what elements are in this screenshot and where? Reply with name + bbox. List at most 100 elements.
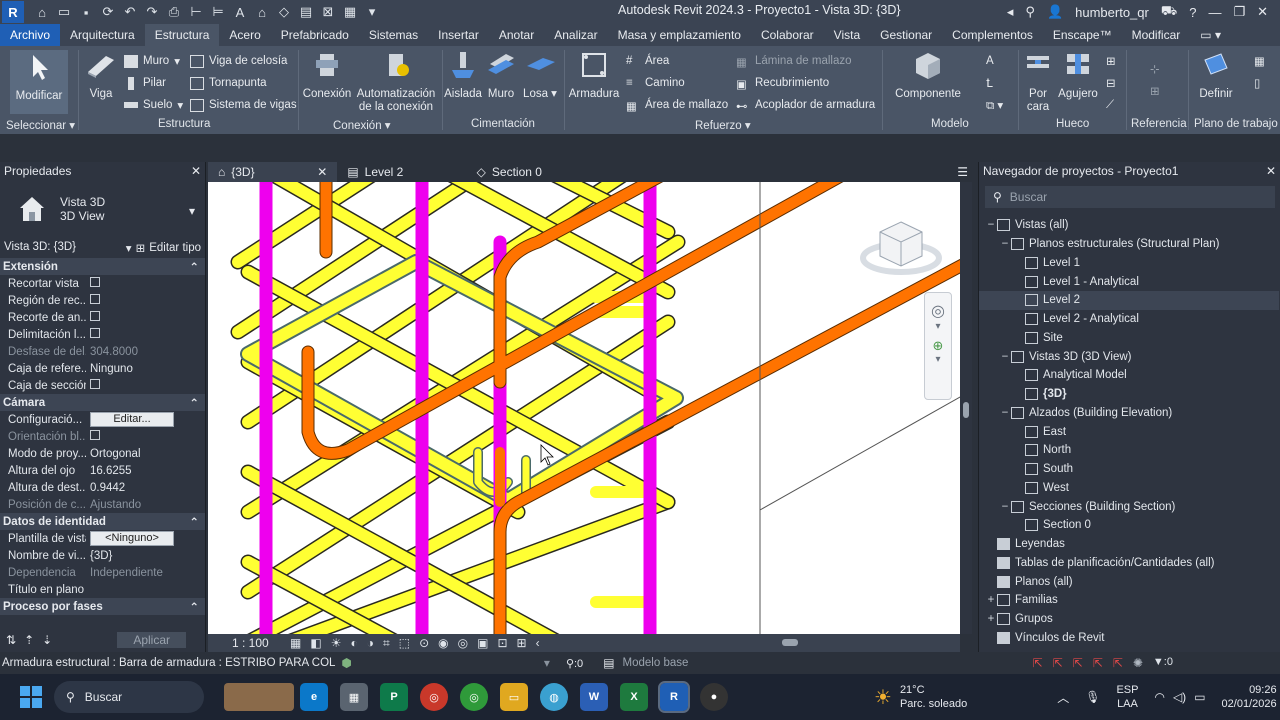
clock[interactable]: 09:26 02/01/2026 <box>1222 683 1277 711</box>
slab-foundation-button[interactable]: Losa ▾ <box>522 50 558 101</box>
browser-item[interactable]: Analytical Model <box>979 366 1279 385</box>
browser-item[interactable]: − Secciones (Building Section) <box>979 497 1279 516</box>
edit-type-button[interactable]: ⊞ Editar tipo <box>136 241 201 255</box>
worksharing-icon[interactable]: ▣ <box>477 636 488 651</box>
word-icon[interactable]: W <box>580 683 608 711</box>
highlight-icon[interactable]: ⊞ <box>517 636 527 651</box>
browser-item[interactable]: Site <box>979 329 1279 348</box>
steering-wheel-icon[interactable]: ◎ <box>925 301 951 321</box>
browser-item[interactable]: East <box>979 422 1279 441</box>
close-hidden-icon[interactable]: ⊠ <box>320 4 336 19</box>
wifi-icon[interactable]: ◠ <box>1154 690 1164 704</box>
render-icon[interactable]: ◑ <box>367 636 374 651</box>
revit-logo[interactable]: R <box>2 1 24 23</box>
apply-button[interactable]: Aplicar <box>117 632 186 648</box>
wall-foundation-button[interactable]: Muro <box>484 50 518 101</box>
fabric-area-button[interactable]: ▦ Área de mallazo <box>626 96 728 114</box>
restore-icon[interactable]: ❐ <box>1233 4 1245 20</box>
grid-button[interactable]: ⊞ <box>1150 82 1160 100</box>
connection-automation-button[interactable]: Automatización de la conexión <box>354 50 438 114</box>
type-selector[interactable]: Vista 3D 3D View ▾ <box>0 180 205 238</box>
cover-button[interactable]: ▣ Recubrimiento <box>736 74 829 92</box>
align-icon[interactable]: ⊨ <box>210 4 226 19</box>
analytical-icon[interactable]: ⊡ <box>497 636 507 651</box>
cart-icon[interactable]: ⛟ <box>1161 3 1177 21</box>
collapse-icon[interactable]: − <box>999 501 1011 513</box>
expand-icon[interactable]: + <box>985 594 997 606</box>
lock-view-icon[interactable]: ⊙ <box>419 636 429 651</box>
chrome-2-icon[interactable]: ◎ <box>460 683 488 711</box>
browser-item[interactable]: Level 1 - Analytical <box>979 272 1279 291</box>
obs-icon[interactable]: ● <box>700 683 728 711</box>
calculator-icon[interactable]: ▦ <box>340 683 368 711</box>
tab-3d[interactable]: ⌂ {3D} ✕ <box>208 162 338 182</box>
browser-search[interactable]: ⚲ Buscar <box>985 186 1275 208</box>
undo-icon[interactable]: ↶ <box>122 4 138 19</box>
collapse-icon[interactable]: − <box>985 219 997 231</box>
property-section[interactable]: Cámara ⌃ <box>0 394 205 411</box>
property-value[interactable] <box>86 277 205 290</box>
visual-style-icon[interactable]: ◧ <box>310 636 321 651</box>
set-workplane-button[interactable]: Definir <box>1196 50 1236 101</box>
horizontal-scroll-thumb[interactable] <box>782 639 798 646</box>
crop-region-icon[interactable]: ⬚ <box>399 636 410 651</box>
chevron-up-icon[interactable]: ︿ <box>1057 689 1069 706</box>
browser-item[interactable]: + Grupos <box>979 610 1279 629</box>
show-workplane-button[interactable]: ▦ <box>1254 52 1265 70</box>
redo-icon[interactable]: ↷ <box>144 4 160 19</box>
browser-item[interactable]: − Vistas (all) <box>979 216 1279 235</box>
widget-image[interactable] <box>224 683 294 711</box>
isolated-foundation-button[interactable]: Aislada <box>444 50 482 101</box>
ribbon-options-icon[interactable]: ▭ ▾ <box>1190 24 1231 46</box>
property-value[interactable]: 16.6255 <box>86 465 205 477</box>
tab-anotar[interactable]: Anotar <box>489 24 544 46</box>
tab-section-0[interactable]: ◇ Section 0 <box>467 162 552 182</box>
property-value[interactable] <box>86 294 205 307</box>
property-value[interactable]: Editar... <box>86 412 205 427</box>
drag-elements-icon[interactable]: ⇱ <box>1113 656 1123 670</box>
property-button[interactable]: <Ninguno> <box>90 531 174 546</box>
browser-item[interactable]: South <box>979 460 1279 479</box>
tab-insertar[interactable]: Insertar <box>428 24 489 46</box>
scale-label[interactable]: 1 : 100 <box>232 636 284 650</box>
chevron-down-icon[interactable]: ▾ <box>189 204 195 218</box>
select-pinned-icon[interactable]: ⇱ <box>1073 656 1083 670</box>
collapse-icon[interactable]: ⌃ <box>189 396 199 410</box>
filter-icon[interactable]: ▼:0 <box>1153 656 1173 670</box>
tab-level-2[interactable]: ▤ Level 2 <box>337 162 466 182</box>
sync-icon[interactable]: ⟳ <box>100 4 116 19</box>
3d-viewport[interactable]: ◎ ▾ ⊕ ▾ <box>208 182 960 634</box>
microphone-icon[interactable]: 🎙 <box>1085 690 1100 704</box>
wall-opening-button[interactable]: ⊞ <box>1106 52 1116 70</box>
property-value[interactable]: Ortogonal <box>86 448 205 460</box>
browser-item[interactable]: Level 2 - Analytical <box>979 310 1279 329</box>
beam-button[interactable]: Viga <box>84 50 118 101</box>
panel-refuerzo[interactable]: Refuerzo ▾ <box>695 118 751 134</box>
path-rebar-button[interactable]: ≡ Camino <box>626 74 685 92</box>
connection-button[interactable]: Conexión <box>302 50 352 101</box>
rebar-button[interactable]: Armadura <box>568 50 620 101</box>
property-section[interactable]: Extensión ⌃ <box>0 258 205 275</box>
speaker-icon[interactable]: ◁) <box>1173 690 1186 704</box>
thin-lines-icon[interactable]: ▤ <box>298 4 314 19</box>
tab-gestionar[interactable]: Gestionar <box>870 24 942 46</box>
browser-item[interactable]: North <box>979 441 1279 460</box>
select-links-icon[interactable]: ⇱ <box>1033 656 1043 670</box>
by-face-button[interactable]: Por cara <box>1022 50 1054 114</box>
user-icon[interactable]: 👤 <box>1047 4 1063 20</box>
measure-icon[interactable]: ⊢ <box>188 4 204 19</box>
browser-item[interactable]: Planos (all) <box>979 572 1279 591</box>
property-value[interactable]: <Ninguno> <box>86 531 205 546</box>
property-value[interactable]: {3D} <box>86 550 205 562</box>
view-3d-icon[interactable]: ⌂ <box>254 5 270 20</box>
browser-item[interactable]: Level 2 <box>979 291 1279 310</box>
property-value[interactable]: Ninguno <box>86 363 205 375</box>
sort-asc-icon[interactable]: ⇡ <box>24 633 34 647</box>
chevron-down-icon[interactable]: ▾ <box>544 656 550 670</box>
dropdown-icon[interactable]: ▾ <box>364 4 380 19</box>
tab-colaborar[interactable]: Colaborar <box>751 24 824 46</box>
expand-icon[interactable]: + <box>985 613 997 625</box>
browser-item[interactable]: Vínculos de Revit <box>979 629 1279 648</box>
collapse-icon[interactable]: ⌃ <box>189 600 199 614</box>
collapse-icon[interactable]: − <box>999 351 1011 363</box>
